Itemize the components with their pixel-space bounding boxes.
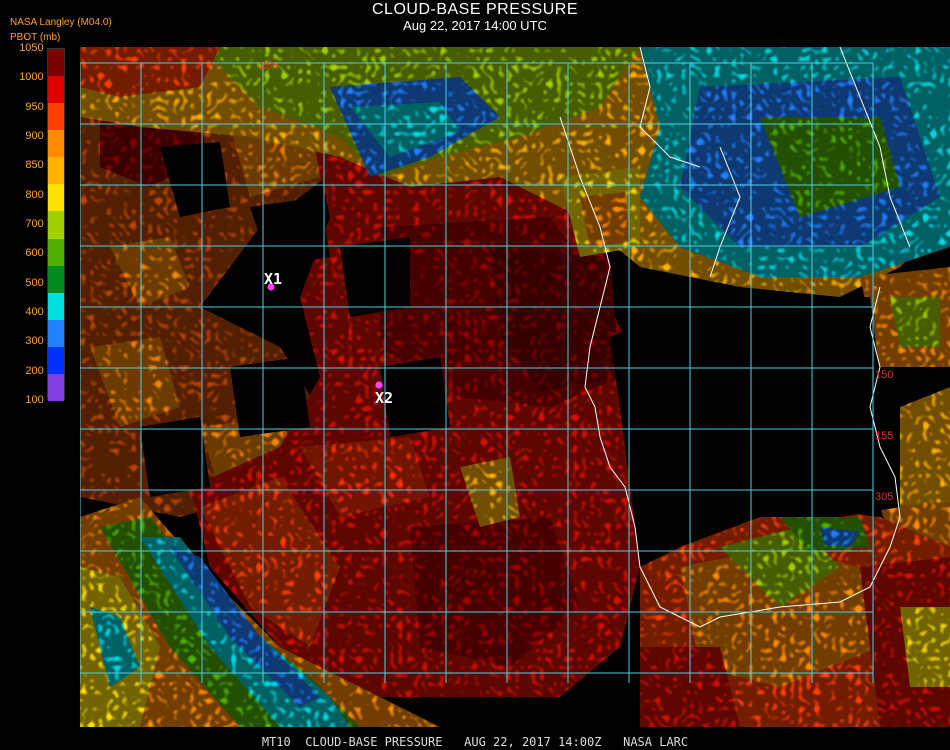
legend-swatch (48, 319, 64, 348)
chart-subtitle: Aug 22, 2017 14:00 UTC (403, 18, 547, 33)
legend-swatch (48, 103, 64, 131)
legend-swatch (48, 238, 64, 267)
grid-label-2: 155 (875, 430, 893, 442)
legend-swatch (48, 346, 64, 375)
legend-tick-label: 1000 (19, 71, 44, 84)
legend-tick-label: 700 (25, 218, 44, 230)
legend-tick-label: 900 (25, 130, 44, 142)
legend-swatch (48, 130, 64, 158)
map-svg: 150 155 305 255 X1 X2 (80, 47, 950, 727)
satellite-map[interactable]: 150 155 305 255 X1 X2 (80, 47, 950, 727)
grid-label-4: 255 (260, 60, 278, 72)
legend-tick-label: 200 (25, 364, 44, 377)
marker-x1-label: X1 (264, 270, 282, 288)
marker-x1[interactable]: X1 (264, 270, 282, 291)
legend-tick-label: 950 (25, 100, 44, 113)
legend-tick-label: 850 (25, 159, 44, 172)
grid-label-3: 305 (875, 491, 893, 503)
source-label: NASA Langley (M04.0) (10, 17, 112, 28)
marker-x2-label: X2 (375, 389, 393, 407)
legend-swatch (48, 265, 64, 294)
chart-title: CLOUD-BASE PRESSURE (372, 1, 578, 18)
legend-tick-label: 400 (25, 306, 44, 318)
grid-label-1: 150 (875, 369, 893, 381)
marker-x2-dot (375, 381, 383, 389)
legend-tick-label: 300 (25, 335, 44, 348)
legend-swatch (48, 157, 64, 185)
legend-swatch (48, 211, 64, 240)
legend-tick-label: 800 (25, 188, 44, 201)
legend-swatch (48, 184, 64, 212)
footer-caption: MT10 CLOUD-BASE PRESSURE AUG 22, 2017 14… (261, 735, 689, 749)
legend-swatch (48, 373, 64, 402)
legend-tick-label: 500 (25, 276, 44, 289)
legend-swatch (48, 76, 64, 104)
noise-texture (80, 47, 950, 727)
legend-tick-label: 100 (25, 394, 44, 406)
legend-tick-label: 1050 (19, 42, 44, 54)
color-legend (47, 48, 65, 402)
legend-swatch (48, 292, 64, 321)
legend-swatch (48, 49, 64, 77)
legend-tick-label: 600 (25, 247, 44, 260)
